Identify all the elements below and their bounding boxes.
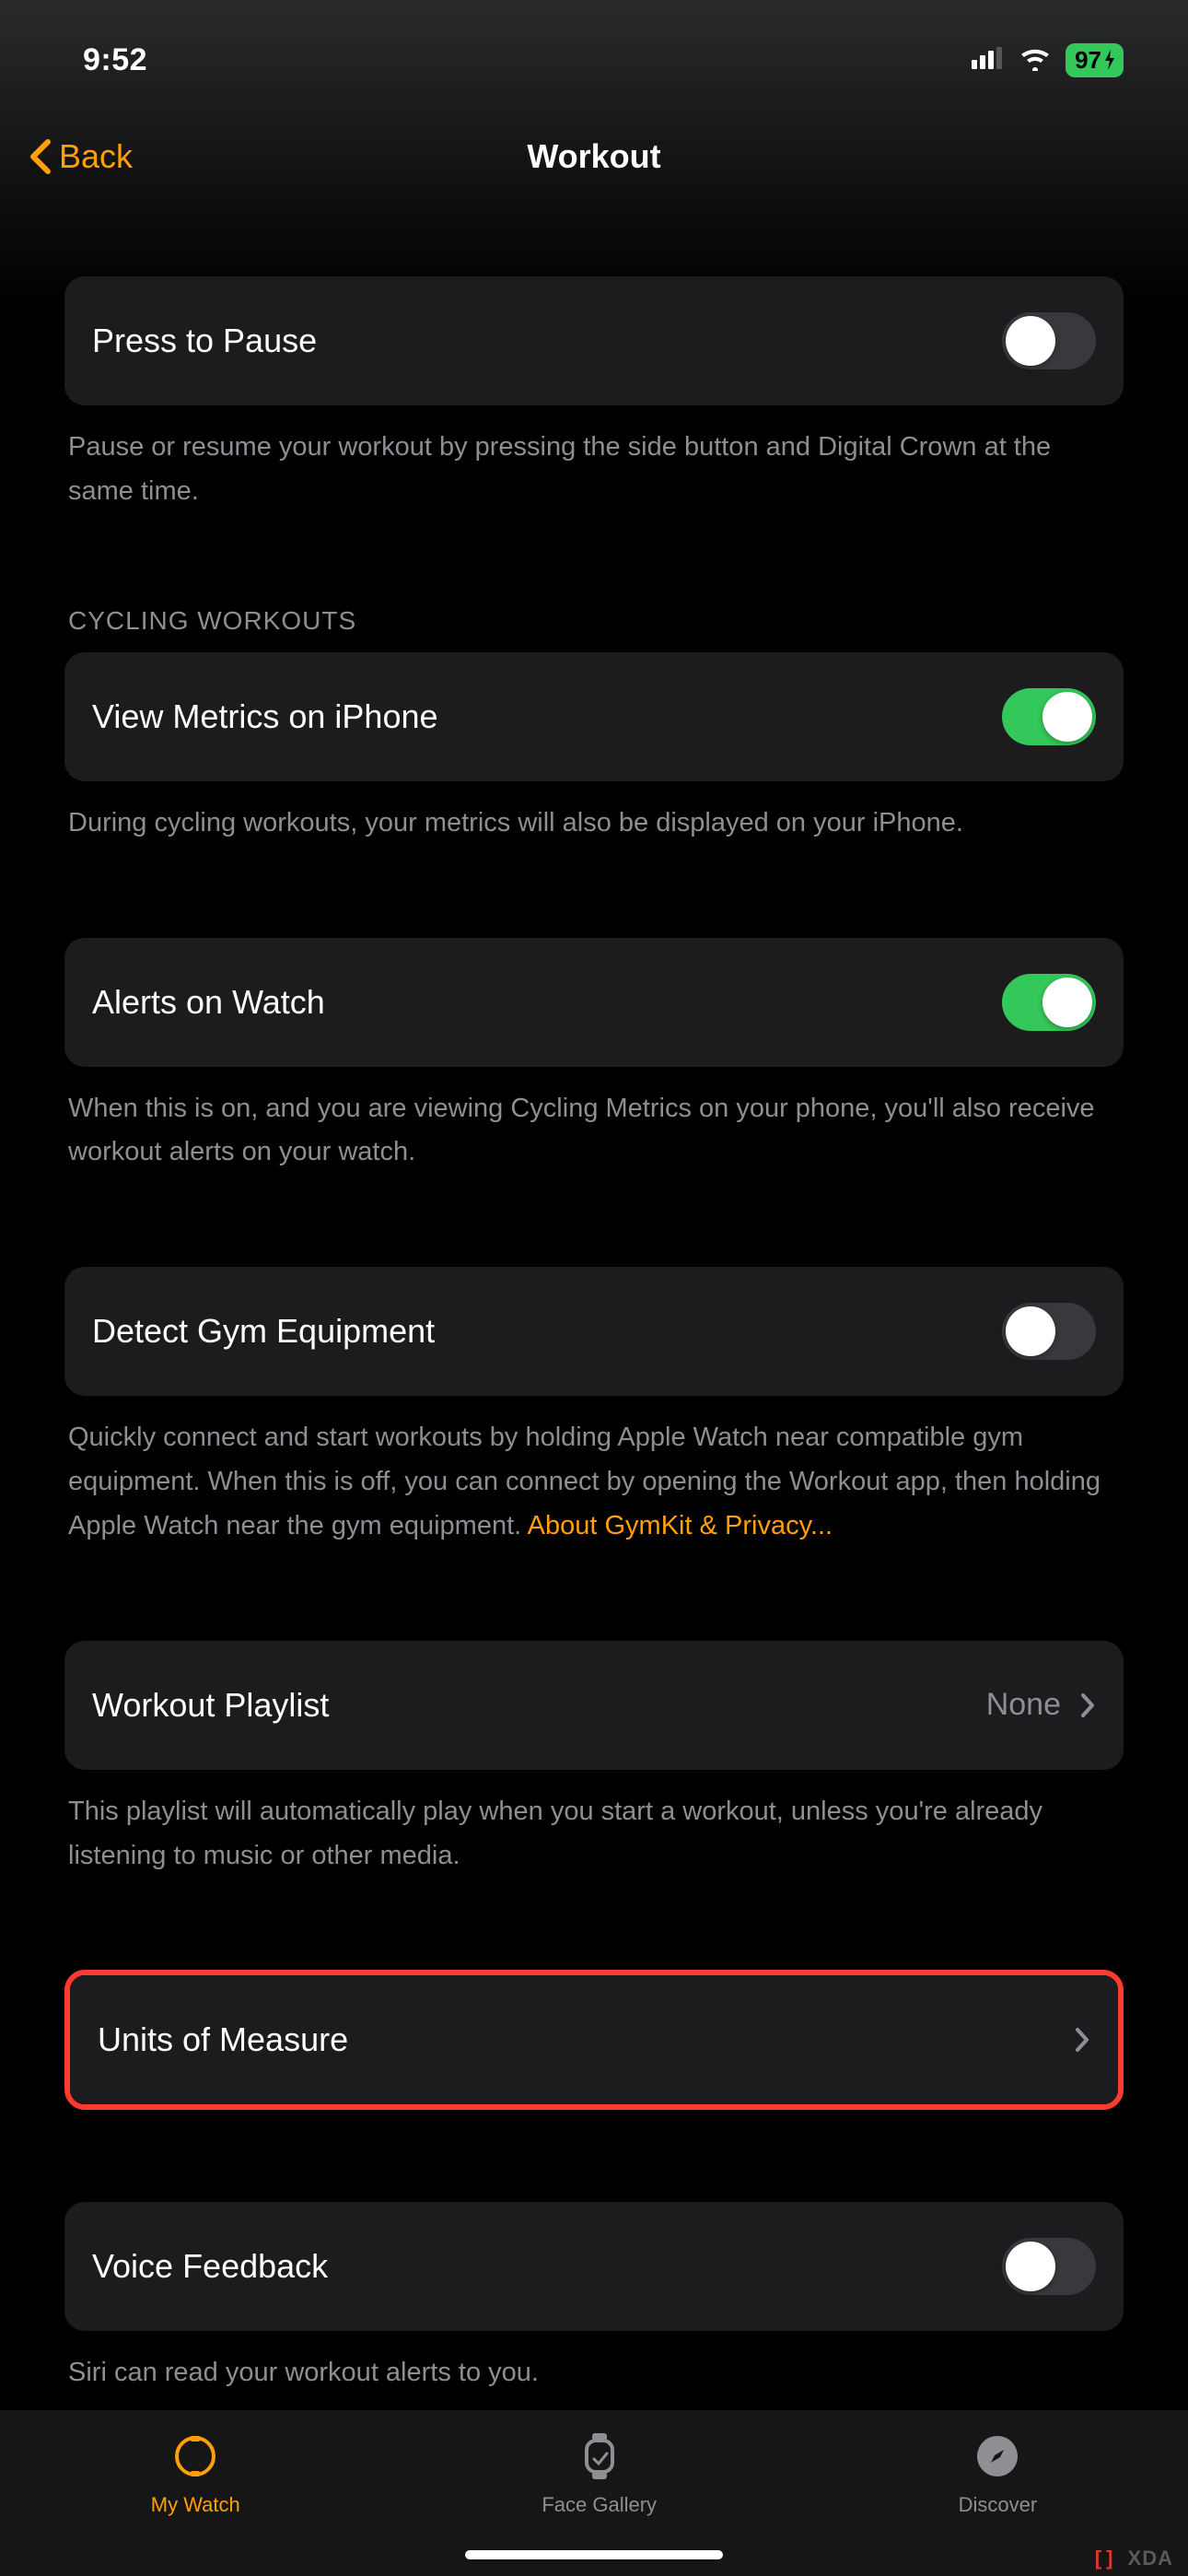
view-metrics-footer: During cycling workouts, your metrics wi… bbox=[68, 802, 1120, 846]
status-time: 9:52 bbox=[83, 42, 147, 78]
tab-face-gallery-label: Face Gallery bbox=[542, 2493, 657, 2517]
voice-feedback-toggle[interactable] bbox=[1002, 2238, 1096, 2295]
press-to-pause-footer: Pause or resume your workout by pressing… bbox=[68, 426, 1120, 514]
workout-playlist-label: Workout Playlist bbox=[92, 1686, 329, 1725]
units-label: Units of Measure bbox=[98, 2020, 348, 2059]
press-to-pause-toggle[interactable] bbox=[1002, 312, 1096, 369]
watch-icon bbox=[169, 2430, 221, 2482]
battery-percent: 97 bbox=[1075, 46, 1101, 75]
group-alerts: Alerts on Watch When this is on, and you… bbox=[64, 938, 1124, 1176]
chevron-right-icon bbox=[1074, 2026, 1090, 2054]
group-press-to-pause: Press to Pause Pause or resume your work… bbox=[64, 276, 1124, 514]
back-button[interactable]: Back bbox=[28, 137, 133, 176]
compass-icon bbox=[972, 2430, 1023, 2482]
group-voice-feedback: Voice Feedback Siri can read your workou… bbox=[64, 2202, 1124, 2395]
tab-discover[interactable]: Discover bbox=[959, 2430, 1038, 2517]
gymkit-link[interactable]: About GymKit & Privacy... bbox=[528, 1511, 833, 1540]
voice-feedback-footer: Siri can read your workout alerts to you… bbox=[68, 2351, 1120, 2395]
status-indicators: 97 bbox=[972, 43, 1124, 77]
row-detect-gym[interactable]: Detect Gym Equipment bbox=[64, 1267, 1124, 1396]
view-metrics-label: View Metrics on iPhone bbox=[92, 697, 438, 736]
row-units-of-measure[interactable]: Units of Measure bbox=[70, 1975, 1118, 2104]
row-voice-feedback[interactable]: Voice Feedback bbox=[64, 2202, 1124, 2331]
charging-icon bbox=[1103, 50, 1116, 70]
cycling-header: CYCLING WORKOUTS bbox=[68, 606, 1124, 636]
tab-face-gallery[interactable]: Face Gallery bbox=[542, 2430, 657, 2517]
detect-gym-label: Detect Gym Equipment bbox=[92, 1312, 435, 1351]
battery-indicator: 97 bbox=[1066, 43, 1124, 77]
group-detect-gym: Detect Gym Equipment Quickly connect and… bbox=[64, 1267, 1124, 1549]
tab-my-watch[interactable]: My Watch bbox=[151, 2430, 240, 2517]
detect-gym-footer: Quickly connect and start workouts by ho… bbox=[68, 1416, 1120, 1549]
detect-gym-toggle[interactable] bbox=[1002, 1303, 1096, 1360]
workout-playlist-footer: This playlist will automatically play wh… bbox=[68, 1790, 1120, 1879]
tab-discover-label: Discover bbox=[959, 2493, 1038, 2517]
settings-content: Press to Pause Pause or resume your work… bbox=[0, 276, 1188, 2395]
group-workout-playlist: Workout Playlist None This playlist will… bbox=[64, 1641, 1124, 1879]
status-bar: 9:52 97 bbox=[0, 0, 1188, 111]
nav-header: Back Workout bbox=[0, 111, 1188, 203]
home-indicator[interactable] bbox=[465, 2550, 723, 2559]
back-label: Back bbox=[59, 137, 133, 176]
group-units-of-measure: Units of Measure bbox=[64, 1970, 1124, 2110]
row-press-to-pause[interactable]: Press to Pause bbox=[64, 276, 1124, 405]
wifi-icon bbox=[1018, 45, 1053, 76]
voice-feedback-label: Voice Feedback bbox=[92, 2247, 328, 2286]
alerts-label: Alerts on Watch bbox=[92, 983, 325, 1022]
row-view-metrics[interactable]: View Metrics on iPhone bbox=[64, 652, 1124, 781]
alerts-toggle[interactable] bbox=[1002, 974, 1096, 1031]
press-to-pause-label: Press to Pause bbox=[92, 322, 317, 360]
cellular-icon bbox=[972, 47, 1005, 74]
chevron-right-icon bbox=[1079, 1692, 1096, 1719]
chevron-left-icon bbox=[28, 138, 52, 175]
row-alerts-on-watch[interactable]: Alerts on Watch bbox=[64, 938, 1124, 1067]
face-gallery-icon bbox=[574, 2430, 625, 2482]
watermark: [] XDA bbox=[1095, 2547, 1173, 2570]
tab-my-watch-label: My Watch bbox=[151, 2493, 240, 2517]
row-workout-playlist[interactable]: Workout Playlist None bbox=[64, 1641, 1124, 1770]
group-cycling: CYCLING WORKOUTS View Metrics on iPhone … bbox=[64, 606, 1124, 846]
view-metrics-toggle[interactable] bbox=[1002, 688, 1096, 745]
page-title: Workout bbox=[527, 137, 660, 176]
alerts-footer: When this is on, and you are viewing Cyc… bbox=[68, 1087, 1120, 1176]
workout-playlist-value: None bbox=[986, 1687, 1061, 1723]
